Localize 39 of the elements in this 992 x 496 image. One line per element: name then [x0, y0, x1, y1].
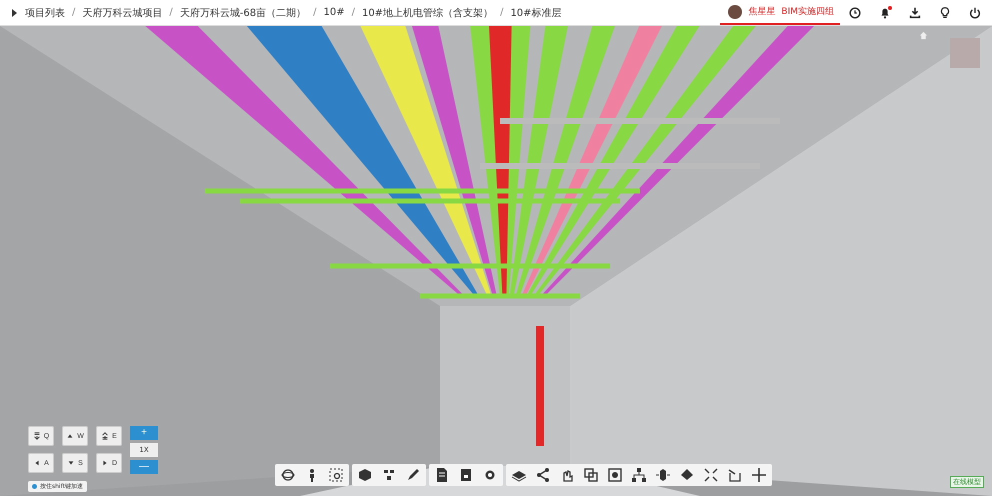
breadcrumb-separator: / [499, 7, 504, 18]
document-icon[interactable] [434, 467, 450, 483]
breadcrumb-link[interactable]: 天府万科云城-68亩（二期） [180, 6, 306, 20]
breadcrumb-link[interactable]: 10#地上机电管综（含支架） [362, 6, 494, 20]
pen-icon[interactable] [405, 467, 421, 483]
download-icon[interactable] [908, 6, 922, 20]
breadcrumb-separator: / [350, 7, 356, 18]
cube-icon[interactable] [357, 467, 373, 483]
avatar [728, 4, 742, 18]
explode-icon[interactable] [655, 467, 671, 483]
breadcrumb-separator: / [71, 7, 76, 18]
import-icon[interactable] [727, 467, 743, 483]
breadcrumb-separator: / [168, 7, 174, 18]
zoom-frame-icon[interactable] [328, 467, 344, 483]
record-icon[interactable] [607, 467, 623, 483]
save-icon[interactable] [458, 467, 474, 483]
orbit-icon[interactable] [280, 467, 296, 483]
breadcrumb-link[interactable]: 10#标准层 [510, 6, 562, 20]
hierarchy-icon[interactable] [631, 467, 647, 483]
left-arrow-icon [33, 458, 42, 468]
fit-view-icon[interactable] [703, 467, 719, 483]
user-name[interactable]: 焦星星 [748, 5, 776, 18]
up-arrow-icon [101, 431, 110, 441]
speed-up-button[interactable]: + [130, 426, 158, 440]
copy-icon[interactable] [583, 467, 599, 483]
breadcrumb-link[interactable]: 项目列表 [25, 6, 65, 20]
breadcrumb-link[interactable]: 10# [323, 7, 345, 18]
power-icon[interactable] [968, 6, 982, 20]
move-icon[interactable] [751, 467, 767, 483]
lightbulb-icon[interactable] [938, 6, 952, 20]
clock-icon[interactable] [848, 6, 862, 20]
down-arrow-icon [32, 431, 41, 441]
right-arrow-icon [100, 458, 109, 468]
team-name[interactable]: BIM实施四组 [781, 5, 834, 18]
collapse-icon[interactable] [12, 8, 17, 16]
breadcrumb-separator: / [312, 7, 318, 18]
speed-down-button[interactable]: — [130, 460, 158, 474]
breadcrumb-link[interactable]: 天府万科云城项目 [82, 6, 162, 20]
share-icon[interactable] [535, 467, 551, 483]
